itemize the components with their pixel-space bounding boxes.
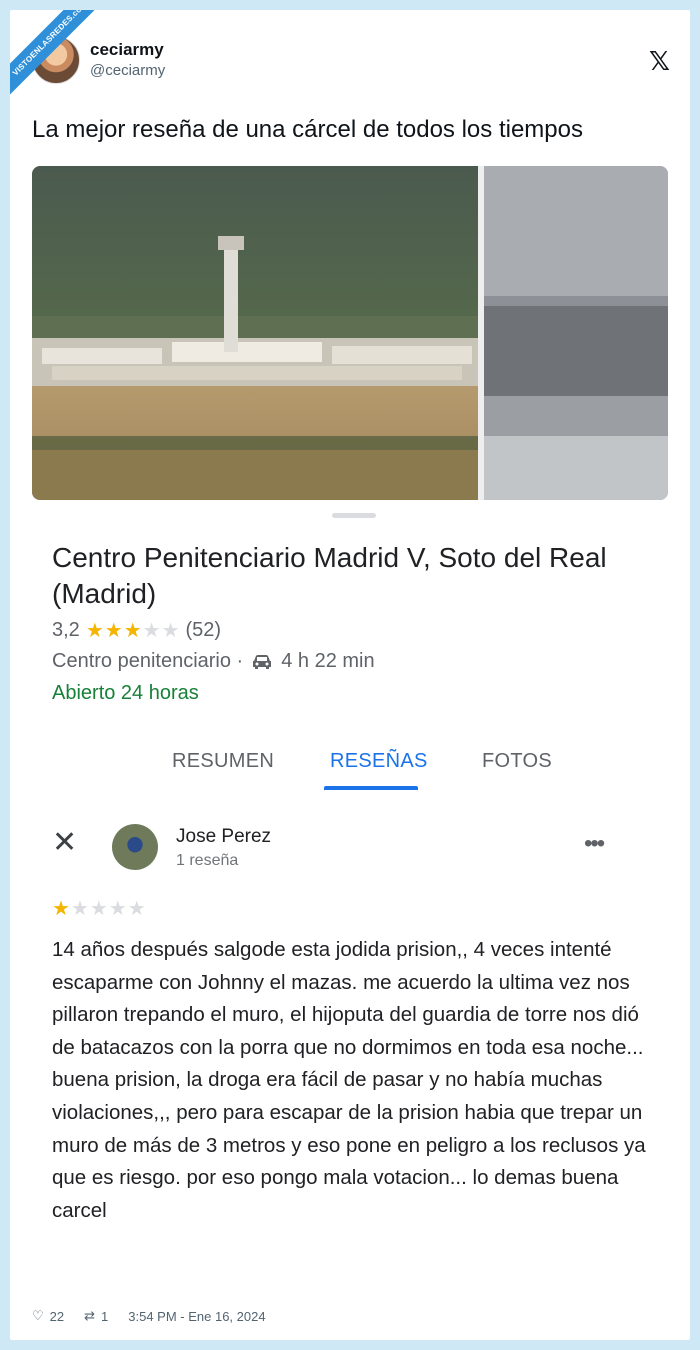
user-handle[interactable]: @ceciarmy: [90, 62, 165, 79]
rating-value: 3,2: [52, 619, 80, 641]
tweet-card: VISTOENLASREDES.com ceciarmy @ceciarmy 𝕏…: [10, 10, 690, 1340]
star-empty-icon: ★: [142, 620, 161, 642]
star-empty-icon: ★: [127, 898, 146, 920]
retweet-count: 1: [101, 1308, 109, 1324]
rating-stars: ★ ★ ★ ★ ★: [86, 618, 180, 643]
user-name[interactable]: ceciarmy: [90, 40, 164, 60]
review-text: 14 años después salgode esta jodida pris…: [52, 938, 646, 1222]
rating-row[interactable]: 3,2 ★ ★ ★ ★ ★ (52): [52, 618, 221, 643]
place-category: Centro penitenciario ·: [52, 650, 244, 672]
review-count: (52): [185, 619, 222, 641]
tweet-footer: ♡ 22 ⇄ 1 3:54 PM - Ene 16, 2024: [32, 1308, 266, 1324]
travel-time: 4 h 22 min: [281, 650, 375, 672]
category-row: Centro penitenciario · 4 h 22 min: [52, 650, 375, 673]
review-stars: ★ ★ ★ ★ ★: [52, 896, 146, 921]
prison-photo[interactable]: [32, 166, 478, 500]
star-filled-icon: ★: [85, 620, 104, 642]
tweet-header: ceciarmy @ceciarmy 𝕏: [32, 32, 672, 88]
heart-icon[interactable]: ♡: [32, 1308, 44, 1324]
like-count: 22: [49, 1308, 65, 1324]
place-photos[interactable]: [32, 166, 668, 500]
reviewer-review-count: 1 reseña: [176, 852, 239, 869]
more-options-icon[interactable]: •••: [584, 830, 605, 858]
tweet-timestamp: 3:54 PM - Ene 16, 2024: [128, 1308, 266, 1324]
star-empty-icon: ★: [70, 898, 89, 920]
reviewer-name[interactable]: Jose Perez: [176, 826, 271, 848]
review-card: ✕ Jose Perez 1 reseña ••• ★ ★ ★ ★ ★ 14 años …: [10, 810, 690, 1310]
car-icon: [253, 654, 272, 669]
reviewer-avatar[interactable]: [112, 824, 158, 870]
place-title: Centro Penitenciario Madrid V, Soto del …: [52, 542, 607, 609]
tweet-text: La mejor reseña de una cárcel de todos l…: [32, 116, 583, 143]
retweet-icon[interactable]: ⇄: [84, 1308, 95, 1324]
close-icon[interactable]: ✕: [52, 828, 77, 858]
active-tab-indicator: [324, 786, 418, 790]
star-empty-icon: ★: [161, 620, 180, 642]
tab-resenas[interactable]: RESEÑAS: [330, 750, 428, 773]
tab-resumen[interactable]: RESUMEN: [172, 750, 274, 773]
star-filled-icon: ★: [52, 898, 70, 920]
maps-place-card: Centro Penitenciario Madrid V, Soto del …: [10, 500, 690, 830]
tab-fotos[interactable]: FOTOS: [482, 750, 552, 773]
prison-photo-aerial[interactable]: [484, 166, 668, 500]
x-logo-icon[interactable]: 𝕏: [649, 46, 670, 77]
place-tabs: RESUMEN RESEÑAS FOTOS: [10, 738, 690, 794]
star-empty-icon: ★: [89, 898, 108, 920]
star-filled-icon: ★: [123, 620, 142, 642]
opening-hours: Abierto 24 horas: [52, 682, 199, 704]
star-empty-icon: ★: [108, 898, 127, 920]
drag-handle[interactable]: [332, 513, 376, 518]
star-filled-icon: ★: [104, 620, 123, 642]
